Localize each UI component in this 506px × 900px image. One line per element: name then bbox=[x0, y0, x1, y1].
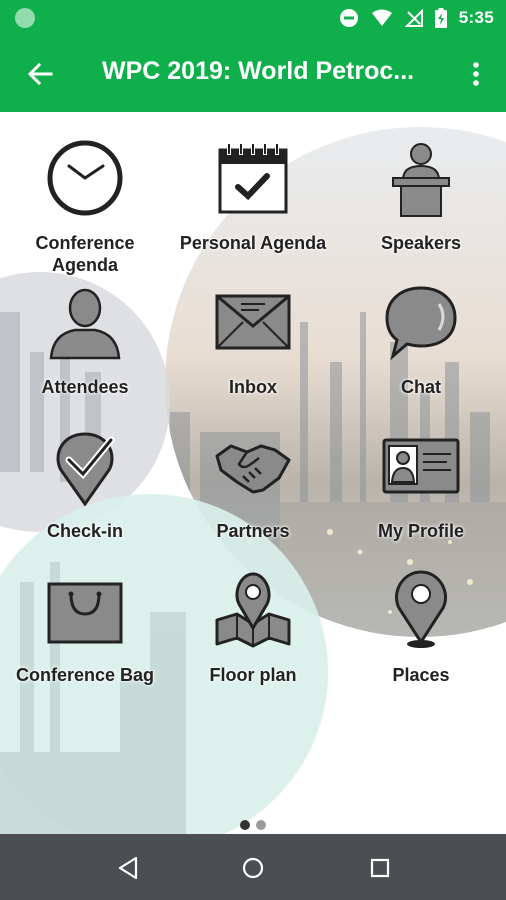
tile-label: Attendees bbox=[41, 377, 129, 397]
wifi-icon bbox=[371, 9, 392, 26]
nav-back-icon[interactable] bbox=[114, 854, 142, 882]
tile-my-profile[interactable]: My Profile bbox=[337, 426, 505, 566]
tile-label: Inbox bbox=[229, 377, 277, 397]
handshake-icon bbox=[215, 444, 291, 494]
tile-label: Partners bbox=[216, 521, 290, 541]
tile-label: Check-in bbox=[46, 521, 124, 541]
tile-label: Floor plan bbox=[209, 665, 297, 685]
back-arrow-icon[interactable] bbox=[26, 60, 54, 88]
status-icons: 5:35 bbox=[339, 6, 494, 30]
tile-attendees[interactable]: Attendees bbox=[1, 282, 169, 422]
id-card-icon bbox=[382, 438, 460, 494]
system-navigation-bar bbox=[0, 834, 506, 900]
location-pin-icon bbox=[395, 570, 447, 648]
page-title: WPC 2019: World Petroc... bbox=[102, 57, 415, 85]
bag-icon bbox=[47, 582, 123, 644]
tile-label: Conference Bag bbox=[15, 665, 155, 685]
speaker-podium-icon bbox=[392, 143, 450, 217]
nav-home-icon[interactable] bbox=[239, 854, 267, 882]
dashboard-content: Conference Agenda Personal Agenda Speake… bbox=[0, 112, 506, 834]
app-bar: WPC 2019: World Petroc... bbox=[0, 36, 506, 112]
calendar-check-icon bbox=[218, 143, 288, 214]
more-options-icon[interactable] bbox=[466, 60, 486, 88]
tile-partners[interactable]: Partners bbox=[169, 426, 337, 566]
tile-label: My Profile bbox=[377, 521, 465, 541]
battery-charging-icon bbox=[434, 8, 447, 28]
checkin-pin-icon bbox=[56, 432, 115, 506]
tile-label: Speakers bbox=[380, 233, 462, 253]
clock-time: 5:35 bbox=[458, 8, 494, 27]
tile-chat[interactable]: Chat bbox=[337, 282, 505, 422]
tile-check-in[interactable]: Check-in bbox=[1, 426, 169, 566]
chat-bubble-icon bbox=[385, 286, 457, 361]
tile-label: Conference Agenda bbox=[35, 233, 135, 275]
page-indicator bbox=[0, 818, 506, 832]
do-not-disturb-icon bbox=[339, 9, 358, 27]
tile-floor-plan[interactable]: Floor plan bbox=[169, 570, 337, 710]
page-dot[interactable] bbox=[256, 820, 266, 830]
tile-speakers[interactable]: Speakers bbox=[337, 138, 505, 278]
notification-icon bbox=[15, 8, 35, 28]
tile-label: Places bbox=[392, 665, 450, 685]
map-icon bbox=[215, 572, 291, 648]
clock-icon bbox=[47, 140, 123, 216]
tile-inbox[interactable]: Inbox bbox=[169, 282, 337, 422]
status-bar: 5:35 bbox=[0, 0, 506, 36]
person-icon bbox=[49, 288, 121, 360]
tile-personal-agenda[interactable]: Personal Agenda bbox=[169, 138, 337, 278]
tile-places[interactable]: Places bbox=[337, 570, 505, 710]
envelope-icon bbox=[215, 294, 291, 350]
tile-label: Personal Agenda bbox=[179, 233, 327, 253]
nav-recents-icon[interactable] bbox=[366, 854, 394, 882]
tile-conference-agenda[interactable]: Conference Agenda bbox=[1, 138, 169, 278]
no-signal-icon bbox=[404, 9, 423, 27]
page-dot-active[interactable] bbox=[240, 820, 250, 830]
tile-conference-bag[interactable]: Conference Bag bbox=[1, 570, 169, 710]
tile-label: Chat bbox=[401, 377, 441, 397]
